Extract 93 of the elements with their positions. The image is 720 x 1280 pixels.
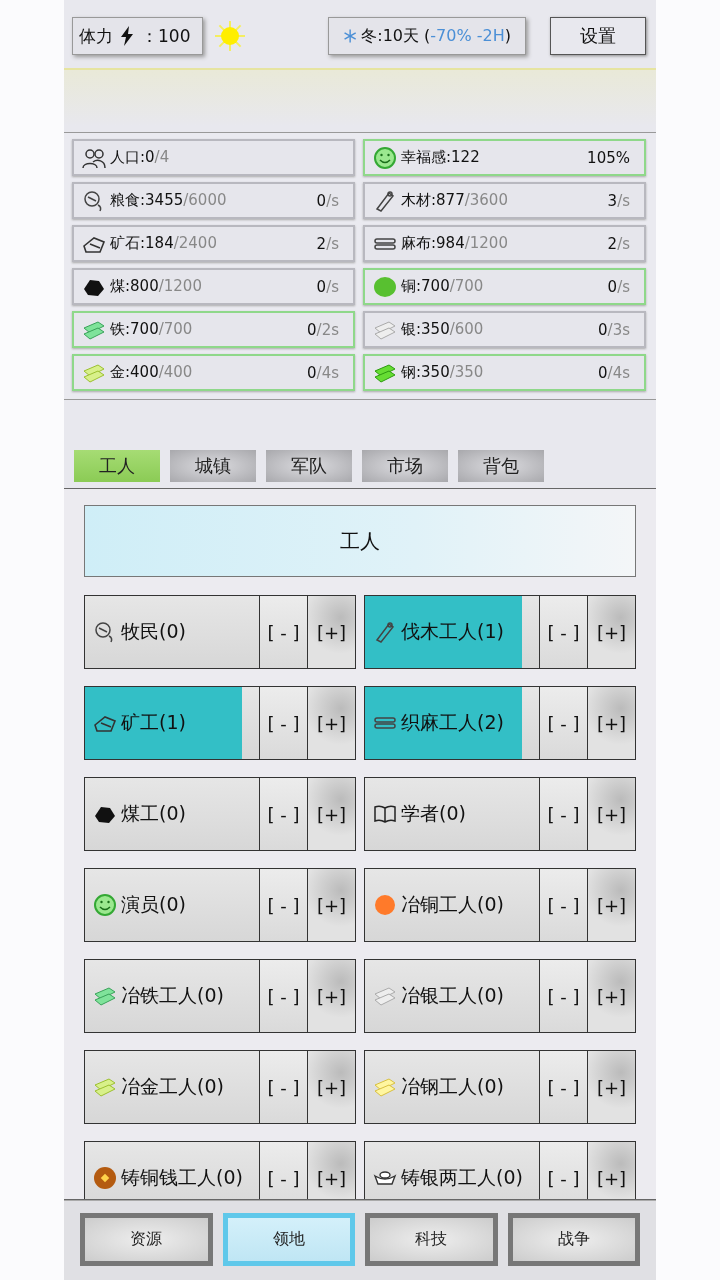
increase-button[interactable]: [+]: [587, 778, 635, 850]
resource-amount: 铜:700/700: [401, 277, 484, 296]
increase-button[interactable]: [+]: [587, 1051, 635, 1123]
coin-icon: [93, 1166, 117, 1190]
increase-button[interactable]: [+]: [587, 687, 635, 759]
increase-button[interactable]: [+]: [587, 960, 635, 1032]
production-rate: 0/4s: [598, 363, 630, 382]
decrease-button[interactable]: [ - ]: [539, 1051, 587, 1123]
log-icon: [373, 620, 397, 644]
ingot-stack-icon: [373, 1075, 397, 1099]
tab[interactable]: 背包: [458, 450, 544, 482]
smiley-icon: [93, 893, 117, 917]
nav-button[interactable]: 领地: [222, 1213, 355, 1266]
decrease-button[interactable]: [ - ]: [539, 960, 587, 1032]
smiley-icon: [373, 145, 397, 170]
worker-name: 演员(0): [121, 892, 186, 917]
resource-amount: 银:350/600: [401, 320, 484, 339]
increase-button[interactable]: [+]: [587, 1142, 635, 1199]
decrease-button[interactable]: [ - ]: [259, 869, 307, 941]
ore-lump-icon: [373, 274, 397, 299]
increase-button[interactable]: [+]: [307, 960, 355, 1032]
worker-name: 伐木工人(1): [401, 619, 504, 644]
decrease-button[interactable]: [ - ]: [259, 960, 307, 1032]
decrease-button[interactable]: [ - ]: [259, 778, 307, 850]
resource-amount: 铁:700/700: [110, 320, 193, 339]
increase-button[interactable]: [+]: [307, 778, 355, 850]
tab[interactable]: 军队: [266, 450, 352, 482]
sun-icon: [213, 19, 248, 53]
decrease-button[interactable]: [ - ]: [259, 1051, 307, 1123]
increase-button[interactable]: [+]: [587, 596, 635, 668]
tab[interactable]: 城镇: [170, 450, 256, 482]
resource-amount: 煤:800/1200: [110, 277, 202, 296]
production-rate: 0/s: [607, 277, 630, 296]
resource-amount: 钢:350/350: [401, 363, 484, 382]
worker-name: 织麻工人(2): [401, 710, 504, 735]
decrease-button[interactable]: [ - ]: [539, 687, 587, 759]
season-text: 冬:10天 (-70% -2H): [361, 25, 511, 47]
production-rate: 0/s: [316, 277, 339, 296]
worker-name: 铸银两工人(0): [401, 1165, 523, 1190]
production-rate: 0/s: [316, 191, 339, 210]
book-icon: [373, 802, 397, 826]
worker-name: 冶铜工人(0): [401, 892, 504, 917]
log-icon: [373, 188, 397, 213]
worker-name: 冶铁工人(0): [121, 983, 224, 1008]
lightning-icon: [119, 26, 135, 46]
resource-amount: 矿石:184/2400: [110, 234, 217, 253]
worker-name: 学者(0): [401, 801, 466, 826]
production-rate: 0/3s: [598, 320, 630, 339]
nav-button[interactable]: 战争: [507, 1213, 640, 1266]
panel-title: 工人: [84, 505, 636, 577]
production-rate: 2/s: [607, 234, 630, 253]
increase-button[interactable]: [+]: [587, 869, 635, 941]
production-rate: 2/s: [316, 234, 339, 253]
increase-button[interactable]: [+]: [307, 1051, 355, 1123]
decrease-button[interactable]: [ - ]: [539, 869, 587, 941]
resource-amount: 人口:0/4: [110, 148, 170, 167]
tab[interactable]: 市场: [362, 450, 448, 482]
decrease-button[interactable]: [ - ]: [539, 778, 587, 850]
worker-name: 牧民(0): [121, 619, 186, 644]
decrease-button[interactable]: [ - ]: [539, 1142, 587, 1199]
decrease-button[interactable]: [ - ]: [539, 596, 587, 668]
decrease-button[interactable]: [ - ]: [259, 687, 307, 759]
worker-name: 煤工(0): [121, 801, 186, 826]
ingot-stack-icon: [93, 984, 117, 1008]
ingot-stack-icon: [373, 984, 397, 1008]
tab[interactable]: 工人: [74, 450, 160, 482]
worker-name: 冶银工人(0): [401, 983, 504, 1008]
resource-amount: 麻布:984/1200: [401, 234, 508, 253]
ore-lump-icon: [373, 893, 397, 917]
nav-button[interactable]: 科技: [365, 1213, 498, 1266]
resource-amount: 金:400/400: [110, 363, 193, 382]
increase-button[interactable]: [+]: [307, 596, 355, 668]
decrease-button[interactable]: [ - ]: [259, 1142, 307, 1199]
happiness-percent: 105%: [587, 148, 630, 167]
production-rate: 0/2s: [307, 320, 339, 339]
stamina-label: 体力: [79, 24, 113, 48]
increase-button[interactable]: [+]: [307, 869, 355, 941]
resource-amount: 幸福感:122: [401, 148, 480, 167]
resource-amount: 粮食:3455/6000: [110, 191, 227, 210]
increase-button[interactable]: [+]: [307, 687, 355, 759]
worker-name: 铸铜钱工人(0): [121, 1165, 243, 1190]
production-rate: 3/s: [607, 191, 630, 210]
worker-name: 冶钢工人(0): [401, 1074, 504, 1099]
ingot-stack-icon: [93, 1075, 117, 1099]
worker-name: 矿工(1): [121, 710, 186, 735]
increase-button[interactable]: [+]: [307, 1142, 355, 1199]
settings-button[interactable]: 设置: [550, 17, 646, 55]
worker-name: 冶金工人(0): [121, 1074, 224, 1099]
stamina-value: ：100: [141, 24, 191, 48]
decrease-button[interactable]: [ - ]: [259, 596, 307, 668]
production-rate: 0/4s: [307, 363, 339, 382]
nav-button[interactable]: 资源: [80, 1213, 213, 1266]
resource-amount: 木材:877/3600: [401, 191, 508, 210]
